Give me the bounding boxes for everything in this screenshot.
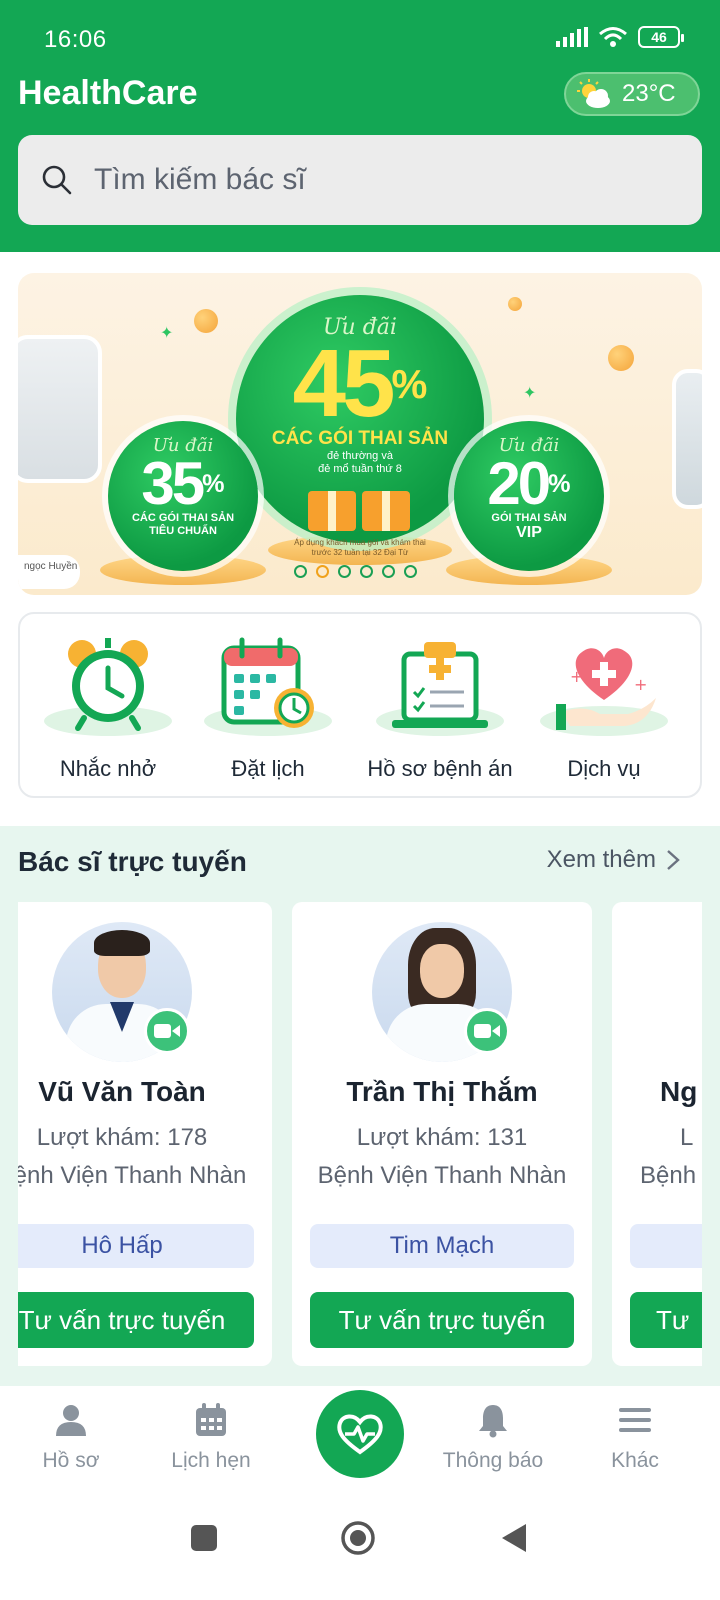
banner-photo-nurse (672, 369, 702, 509)
chevron-right-icon (667, 850, 680, 870)
search-input[interactable]: Tìm kiếm bác sĩ (18, 135, 702, 225)
doctor-card[interactable]: Vũ Văn Toàn Lượt khám: 178 Bệnh Viện Tha… (18, 902, 272, 1366)
promo-main-subtitle-1: đẻ thường và (327, 450, 393, 462)
recent-apps-button[interactable] (190, 1524, 218, 1557)
search-placeholder: Tìm kiếm bác sĩ (94, 163, 306, 196)
app-title: HealthCare (18, 74, 198, 112)
promo-main-title: CÁC GÓI THAI SẢN (271, 428, 449, 449)
promo-right-percent: 20% (487, 450, 571, 517)
promo-main-percent: 45% (292, 330, 428, 437)
partly-cloudy-icon (577, 79, 610, 108)
promo-note: Áp dụng khách mua gói và khám thai trước … (294, 538, 426, 557)
quick-actions: Nhắc nhở Đặt lịch Hồ sơ bệnh án + + Dịch… (18, 612, 702, 798)
promo-main-subtitle-2: đẻ mổ tuần thứ 8 (318, 463, 402, 475)
action-label: Nhắc nhở (59, 756, 157, 781)
online-doctors-section: Bác sĩ trực tuyến Xem thêm Vũ Văn Toàn L… (0, 826, 720, 1386)
nav-more[interactable]: Khác (570, 1402, 700, 1473)
heart-pulse-icon (337, 1414, 383, 1455)
carousel-dot[interactable] (382, 565, 395, 578)
promo-circle-35: Ưu đãi 35% CÁC GÓI THAI SẢN TIÊU CHUẨN (108, 421, 258, 571)
specialty-badge: Hô Hấp (18, 1224, 254, 1268)
video-call-icon[interactable] (464, 1008, 510, 1054)
bottom-navigation: Hồ sơ Lịch hẹn Thông báo Khác (0, 1386, 720, 1496)
weather-temperature: 23°C (622, 80, 676, 107)
nav-home[interactable] (316, 1390, 404, 1478)
carousel-dot[interactable] (404, 565, 417, 578)
action-services[interactable]: + + Dịch vụ (524, 634, 684, 782)
doctor-visits: Lượt khám: 131 (356, 1124, 528, 1151)
action-label: Dịch vụ (567, 756, 641, 781)
action-label: Hồ sơ bệnh án (367, 756, 513, 781)
doctor-hospital: Bệnh Viện Thanh Nhàn (317, 1162, 567, 1189)
square-icon (191, 1525, 217, 1551)
action-booking[interactable]: Đặt lịch (188, 634, 348, 782)
doctor-hospital: Bệnh Viện Thanh Nhàn (18, 1162, 247, 1189)
search-icon (42, 165, 72, 195)
consult-online-button[interactable]: Tư vấn trực tuyến (18, 1292, 254, 1348)
specialty-badge (630, 1224, 702, 1268)
calendar-icon (196, 1403, 226, 1436)
banner-photo-patient (18, 335, 102, 483)
doctor-card[interactable]: Ng L Bệnh Tư (612, 902, 702, 1366)
action-reminder[interactable]: Nhắc nhở (28, 634, 188, 782)
doctor-visits: Lượt khám: 178 (36, 1124, 208, 1151)
home-system-button[interactable] (340, 1520, 376, 1561)
doctor-name: Vũ Văn Toàn (38, 1076, 206, 1107)
decor-orb (508, 297, 522, 311)
battery-indicator: 46 (638, 26, 684, 48)
bell-icon (479, 1405, 507, 1438)
circle-icon (341, 1521, 375, 1555)
doctor-carousel[interactable]: Vũ Văn Toàn Lượt khám: 178 Bệnh Viện Tha… (18, 902, 702, 1372)
sparkle-icon: ✦ (160, 325, 174, 342)
nav-notifications[interactable]: Thông báo (428, 1402, 558, 1473)
carousel-dot[interactable] (294, 565, 307, 578)
app-header: 16:06 46 HealthCare 23°C Tìm kiếm bác sĩ (0, 0, 720, 252)
carousel-dots (294, 565, 417, 578)
calendar-clock-icon (198, 634, 338, 742)
alarm-clock-icon (38, 634, 178, 742)
carousel-dot[interactable] (338, 565, 351, 578)
carousel-dot[interactable] (360, 565, 373, 578)
see-more-link[interactable]: Xem thêm (547, 846, 680, 874)
video-call-icon[interactable] (144, 1008, 190, 1054)
action-medical-records[interactable]: Hồ sơ bệnh án (356, 634, 524, 782)
system-navigation-bar (0, 1496, 720, 1600)
promo-banner[interactable]: ✦ ✦ ✦ ngọc Huyền Ưu đãi 45% CÁC GÓI THAI… (18, 273, 702, 595)
doctor-name: Ng (660, 1076, 698, 1107)
weather-chip[interactable]: 23°C (564, 72, 700, 116)
promo-circle-20: Ưu đãi 20% GÓI THAI SẢN VIP (454, 421, 604, 571)
signal-icon (556, 27, 588, 47)
nav-appointments[interactable]: Lịch hẹn (146, 1402, 276, 1473)
back-button[interactable] (500, 1522, 528, 1559)
status-icons: 46 (556, 26, 684, 48)
carousel-dot-active[interactable] (316, 565, 329, 578)
clipboard-laptop-icon (370, 634, 510, 742)
status-bar: 16:06 46 (0, 0, 720, 70)
consult-online-button[interactable]: Tư vấn trực tuyến (310, 1292, 574, 1348)
triangle-back-icon (502, 1524, 526, 1552)
svg-text:+: + (570, 667, 583, 686)
doctor-card[interactable]: Trần Thị Thắm Lượt khám: 131 Bệnh Viện T… (292, 902, 592, 1366)
doctor-hospital: Bệnh (640, 1162, 697, 1189)
decor-orb (608, 345, 634, 371)
action-label: Đặt lịch (231, 756, 305, 781)
gift-box-icon (308, 483, 412, 531)
specialty-badge: Tim Mạch (310, 1224, 574, 1268)
nav-profile[interactable]: Hồ sơ (6, 1402, 136, 1473)
doctor-visits: L (680, 1124, 694, 1151)
status-time: 16:06 (44, 26, 107, 53)
promo-left-percent: 35% (141, 450, 225, 517)
person-icon (56, 1405, 86, 1436)
decor-orb (194, 309, 218, 333)
section-title: Bác sĩ trực tuyến (18, 846, 247, 877)
svg-text:+: + (634, 675, 647, 694)
wifi-icon (599, 27, 627, 47)
consult-online-button[interactable]: Tư (630, 1292, 702, 1348)
banner-name-tag: ngọc Huyền (18, 555, 80, 589)
doctor-name: Trần Thị Thắm (346, 1076, 538, 1107)
sparkle-icon: ✦ (523, 385, 537, 402)
menu-icon (619, 1408, 651, 1432)
heart-hand-icon: + + (534, 634, 674, 742)
